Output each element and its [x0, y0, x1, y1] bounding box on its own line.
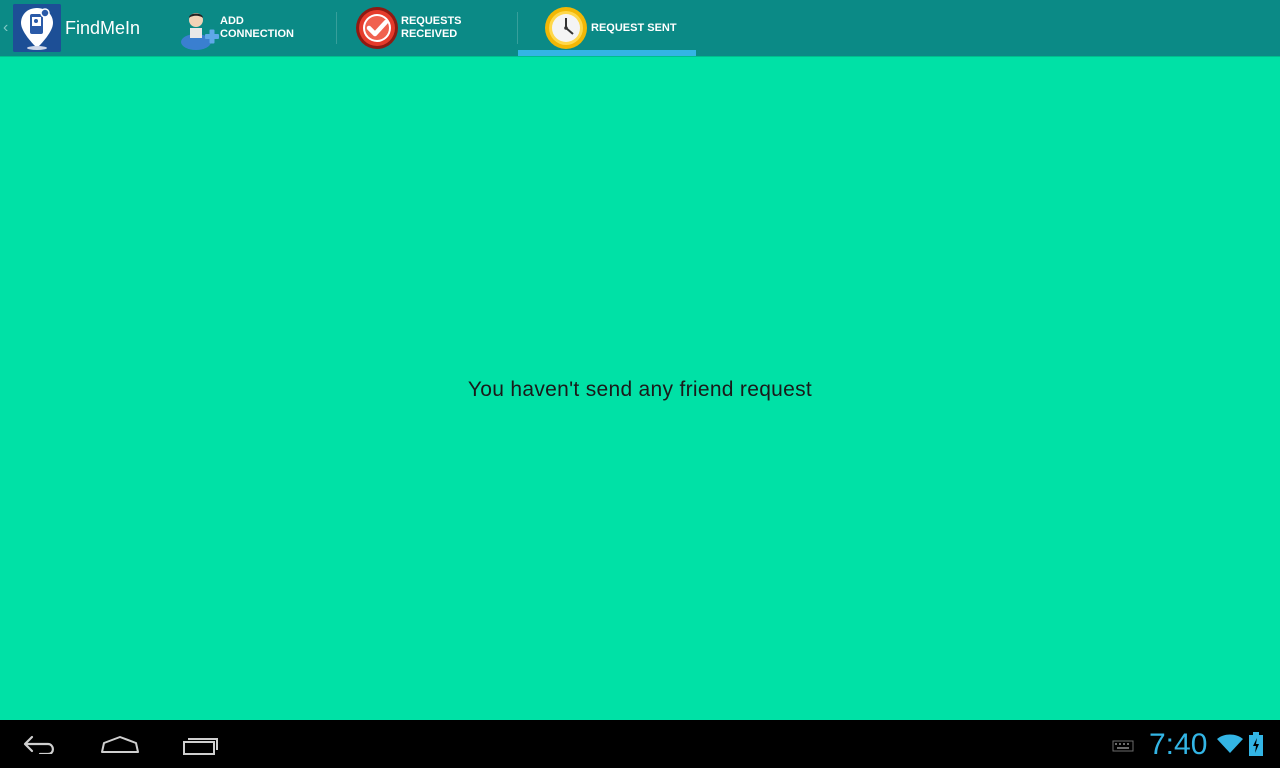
- system-nav-bar: [0, 720, 1280, 768]
- home-button[interactable]: [80, 720, 160, 768]
- recents-button[interactable]: [160, 720, 240, 768]
- recents-icon: [182, 734, 220, 761]
- app-screen: ‹ FindMeIn ADD CONNECTION REQUESTS RECEI…: [0, 0, 1280, 768]
- home-icon: [100, 734, 140, 759]
- back-button[interactable]: [0, 720, 80, 768]
- clock-icon: [544, 6, 588, 50]
- wifi-icon: [1216, 733, 1244, 760]
- tab-divider: [336, 12, 337, 44]
- app-logo-icon[interactable]: [13, 4, 61, 52]
- empty-state-message: You haven't send any friend request: [467, 378, 813, 401]
- tab-requests-received-label-1: REQUESTS: [401, 15, 462, 27]
- tab-add-connection[interactable]: ADD CONNECTION: [172, 0, 336, 56]
- up-caret-icon[interactable]: ‹: [3, 18, 8, 38]
- add-person-icon: [176, 6, 220, 50]
- selected-tab-indicator: [518, 50, 696, 56]
- check-circle-icon: [355, 6, 399, 50]
- tab-request-sent-label: REQUEST SENT: [591, 22, 677, 34]
- app-title: FindMeIn: [65, 18, 141, 38]
- back-icon: [22, 734, 58, 759]
- battery-charging-icon: [1249, 732, 1263, 761]
- tab-add-connection-label-1: ADD: [220, 15, 244, 27]
- tab-request-sent[interactable]: REQUEST SENT: [518, 0, 696, 56]
- tab-requests-received-label-2: RECEIVED: [401, 28, 458, 40]
- keyboard-icon[interactable]: [1112, 739, 1134, 757]
- tab-requests-received[interactable]: REQUESTS RECEIVED: [352, 0, 517, 56]
- tab-add-connection-label-2: CONNECTION: [220, 28, 294, 40]
- action-bar: ‹ FindMeIn ADD CONNECTION REQUESTS RECEI…: [0, 0, 1280, 56]
- status-clock: 7:40: [1149, 728, 1208, 761]
